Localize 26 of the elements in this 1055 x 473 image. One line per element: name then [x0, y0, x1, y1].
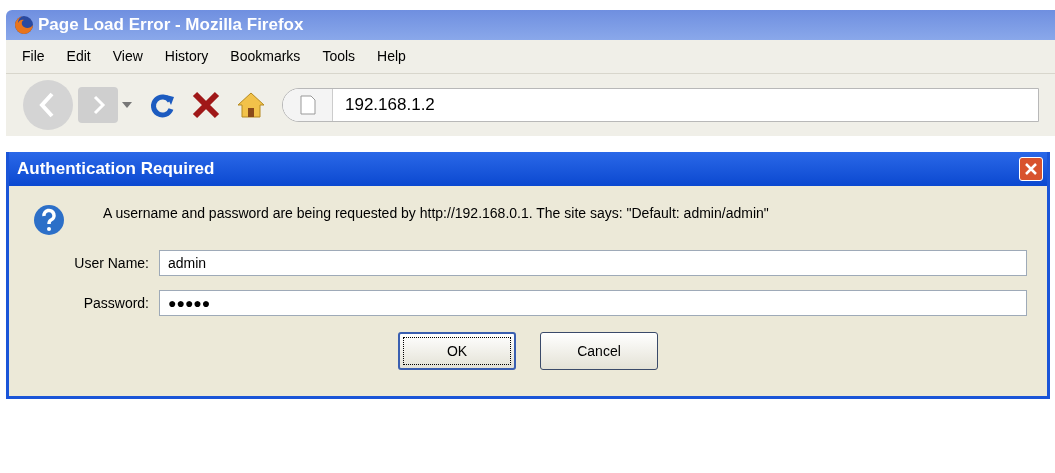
menu-item[interactable]: File [22, 46, 45, 67]
menu-item[interactable]: Edit [66, 46, 91, 67]
dialog-button[interactable]: Cancel [540, 332, 658, 370]
dialog-title: Authentication Required [17, 158, 215, 181]
dialog-button[interactable]: OK [398, 332, 516, 370]
page-icon [299, 95, 316, 115]
address-text: 192.168.1.2 [345, 94, 435, 117]
stop-icon[interactable] [192, 91, 220, 119]
input-field[interactable]: ●●●●● [159, 290, 1027, 316]
dropdown-arrow-icon[interactable] [122, 102, 132, 108]
close-icon [1025, 163, 1037, 175]
menu-item[interactable]: History [164, 46, 209, 67]
close-button[interactable] [1019, 157, 1043, 181]
input-field[interactable]: admin [159, 250, 1027, 276]
dialog-message: A username and password are being requested by http://192.168.0.1. The site says: "Default: admin/admin" [103, 204, 770, 222]
window-title: Page Load Error - Mozilla Firefox [38, 14, 304, 37]
menu-item[interactable]: Tools [322, 46, 356, 67]
field-label: User Name: [73, 253, 150, 273]
menu-item[interactable]: Bookmarks [230, 46, 301, 67]
menu-item[interactable]: Help [377, 46, 406, 67]
reload-icon[interactable] [148, 91, 176, 119]
address-bar[interactable]: 192.168.1.2 [282, 88, 1039, 122]
question-icon [33, 204, 65, 236]
home-icon[interactable] [236, 91, 266, 119]
field-label: Password: [82, 293, 150, 313]
menu-item[interactable]: View [112, 46, 143, 67]
